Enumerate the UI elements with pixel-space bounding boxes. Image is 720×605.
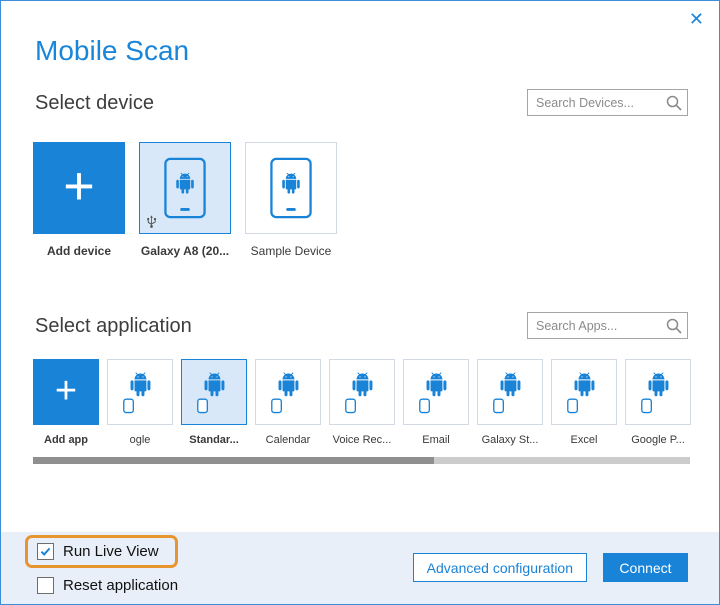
add-app-square[interactable]: + [33, 359, 99, 425]
run-live-view-label: Run Live View [63, 543, 159, 560]
checkbox-unchecked[interactable] [37, 577, 54, 594]
tile-label: Standar... [189, 434, 239, 446]
select-application-heading: Select application [35, 315, 192, 337]
app-tile-square[interactable] [181, 359, 247, 425]
reset-application-checkbox[interactable]: Reset application [37, 577, 178, 594]
checkbox-checked[interactable] [37, 543, 54, 560]
app-tile-square[interactable] [551, 359, 617, 425]
add-device-tile[interactable]: + Add device [33, 142, 125, 258]
connect-button[interactable]: Connect [603, 553, 688, 582]
annotation-highlight: Run Live View [25, 535, 178, 568]
horizontal-scrollbar[interactable] [33, 457, 690, 464]
android-app-icon [637, 369, 679, 416]
tile-label: Add device [46, 244, 112, 258]
device-tiles: + Add device Galaxy A8 (20... Sample Dev… [33, 142, 337, 258]
app-tile-square[interactable] [329, 359, 395, 425]
app-tile[interactable]: Calendar [255, 359, 321, 446]
usb-icon [145, 214, 158, 229]
run-live-view-checkbox[interactable]: Run Live View [37, 543, 159, 560]
tile-label: Calendar [265, 434, 311, 446]
device-tile-square[interactable] [245, 142, 337, 234]
add-device-square[interactable]: + [33, 142, 125, 234]
app-tiles: + Add app ogle Standar... Calendar Voice… [33, 359, 691, 446]
app-search-input[interactable] [528, 313, 660, 338]
scrollbar-thumb[interactable] [33, 457, 434, 464]
tile-label: Galaxy A8 (20... [140, 244, 230, 258]
app-search-box [527, 312, 688, 339]
android-phone-icon [270, 157, 312, 219]
tile-label: Sample Device [250, 244, 332, 258]
mobile-scan-dialog: ✕ Mobile Scan Select device + Add device… [0, 0, 720, 605]
tile-label: Add app [44, 434, 88, 446]
device-search-input[interactable] [528, 90, 660, 115]
android-phone-icon [164, 157, 206, 219]
app-tile[interactable]: Galaxy St... [477, 359, 543, 446]
app-tile[interactable]: Voice Rec... [329, 359, 395, 446]
app-tile[interactable]: Email [403, 359, 469, 446]
close-icon[interactable]: ✕ [689, 10, 704, 28]
add-app-tile[interactable]: + Add app [33, 359, 99, 446]
dialog-title: Mobile Scan [35, 35, 190, 66]
app-tile[interactable]: Excel [551, 359, 617, 446]
plus-icon: + [63, 156, 95, 216]
app-tile-square[interactable] [107, 359, 173, 425]
plus-icon: + [54, 369, 78, 412]
tile-label: Excel [570, 434, 598, 446]
app-tile-square[interactable] [477, 359, 543, 425]
app-tile[interactable]: Google P... [625, 359, 691, 446]
device-tile-square[interactable] [139, 142, 231, 234]
tile-label: Voice Rec... [332, 434, 392, 446]
device-tile-sample[interactable]: Sample Device [245, 142, 337, 258]
check-icon [39, 545, 52, 558]
tile-label: ogle [129, 434, 151, 446]
reset-application-label: Reset application [63, 577, 179, 594]
android-app-icon [119, 369, 161, 416]
footer-bar: Run Live View Reset application Advanced… [1, 532, 719, 604]
select-device-heading: Select device [35, 92, 154, 114]
tile-label: Google P... [631, 434, 685, 446]
app-tile-square[interactable] [403, 359, 469, 425]
search-icon[interactable] [660, 90, 687, 115]
android-app-icon [415, 369, 457, 416]
device-search-box [527, 89, 688, 116]
app-tile[interactable]: ogle [107, 359, 173, 446]
android-app-icon [563, 369, 605, 416]
tile-label: Galaxy St... [481, 434, 539, 446]
app-tile-selected[interactable]: Standar... [181, 359, 247, 446]
android-app-icon [341, 369, 383, 416]
tile-label: Email [422, 434, 450, 446]
android-app-icon [193, 369, 235, 416]
android-app-icon [267, 369, 309, 416]
app-tile-square[interactable] [625, 359, 691, 425]
device-tile-galaxy-a8[interactable]: Galaxy A8 (20... [139, 142, 231, 258]
app-tile-square[interactable] [255, 359, 321, 425]
advanced-configuration-button[interactable]: Advanced configuration [412, 553, 587, 582]
android-app-icon [489, 369, 531, 416]
search-icon[interactable] [660, 313, 687, 338]
